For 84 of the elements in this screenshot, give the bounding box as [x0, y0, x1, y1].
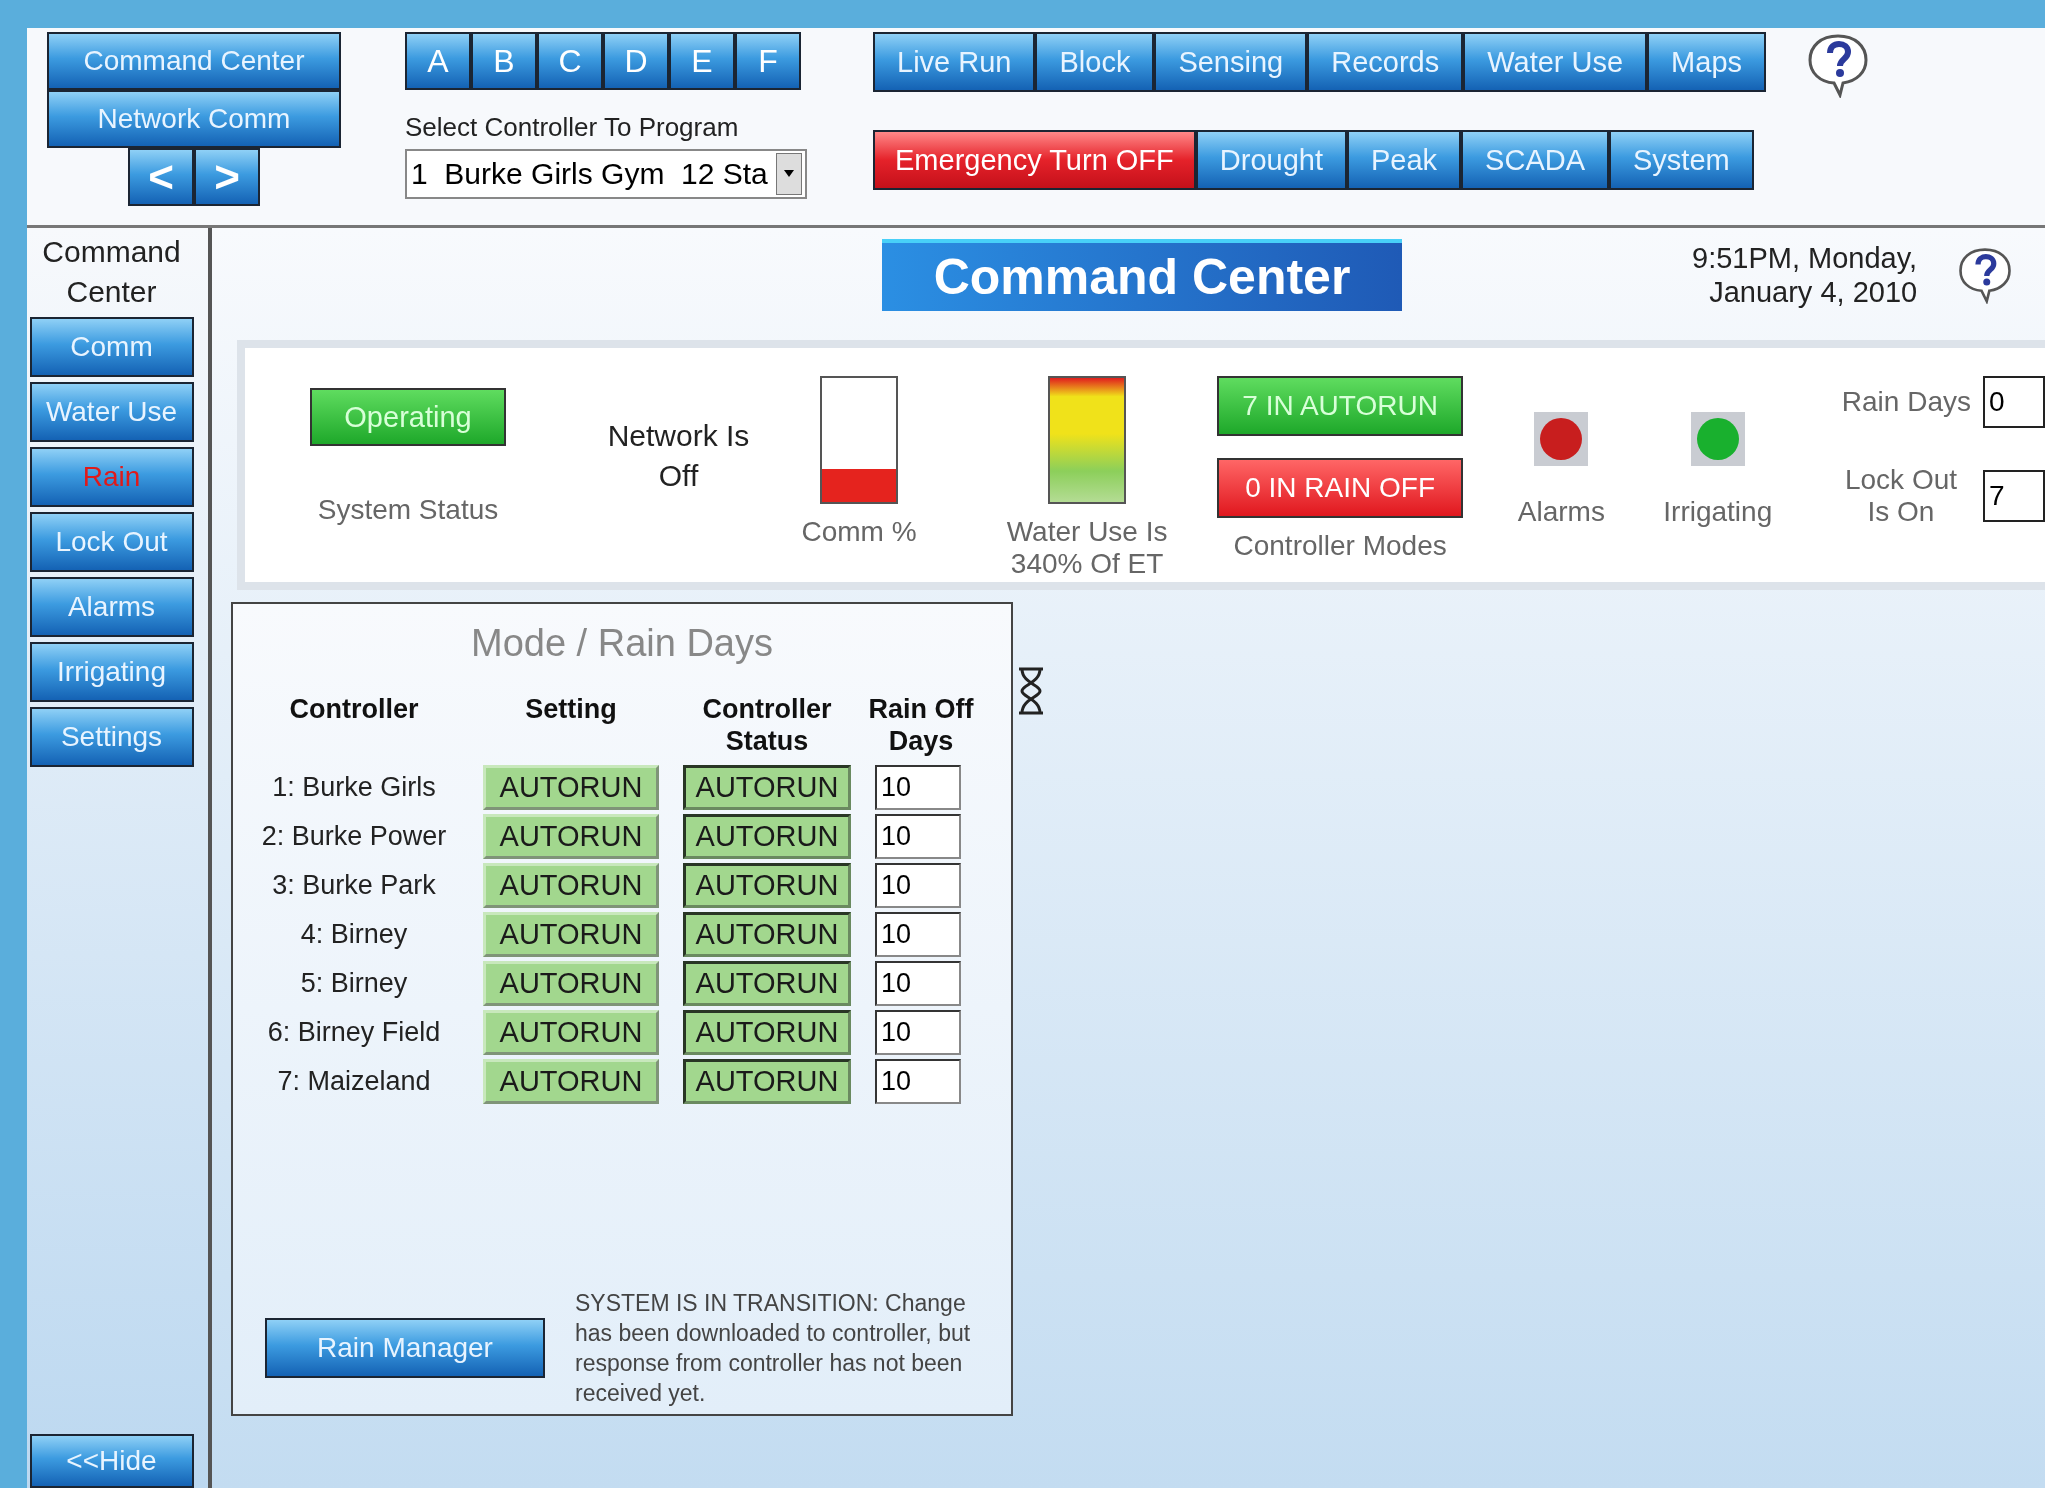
nav-tab[interactable]: Live Run — [873, 32, 1036, 92]
sidebar-item[interactable]: Alarms — [29, 577, 194, 637]
status-label: System Status — [317, 494, 499, 526]
lock-out-field[interactable]: 7 — [1983, 470, 2045, 522]
controller-status: AUTORUN — [683, 814, 851, 859]
column-header: Rain Off Days — [867, 693, 975, 757]
nav-button[interactable]: Command Center — [47, 32, 341, 90]
setting-button[interactable]: AUTORUN — [483, 863, 659, 908]
sidebar-item[interactable]: Irrigating — [29, 642, 194, 702]
rain-off-days-field[interactable]: 10 — [875, 961, 961, 1006]
controller-status: AUTORUN — [683, 1010, 851, 1055]
controller-name: 3: Burke Park — [271, 870, 437, 901]
hide-button[interactable]: <<Hide — [29, 1434, 194, 1488]
rain-off-days-field[interactable]: 10 — [875, 1059, 961, 1104]
column-header: Controller Status — [702, 693, 832, 757]
nav-tab[interactable]: Peak — [1347, 130, 1462, 190]
controller-dropdown[interactable]: 1 Burke Girls Gym 12 Sta — [405, 149, 807, 199]
controller-status: AUTORUN — [683, 961, 851, 1006]
page-title: Command Center — [882, 239, 1402, 311]
column-header: Setting — [524, 693, 618, 725]
indicator-label: Irrigating — [1663, 496, 1773, 528]
rain-off-days-field[interactable]: 10 — [875, 1010, 961, 1055]
setting-button[interactable]: AUTORUN — [483, 961, 659, 1006]
rain-off-days-field[interactable]: 10 — [875, 765, 961, 810]
controller-tab[interactable]: D — [603, 32, 669, 90]
sidebar-item[interactable]: Water Use — [29, 382, 194, 442]
emergency-off-button[interactable]: Emergency Turn OFF — [873, 130, 1196, 190]
pager-button[interactable]: > — [194, 148, 260, 206]
hourglass-icon — [1017, 667, 1045, 715]
rain-days-label: Rain Days — [1840, 386, 1971, 418]
nav-tab[interactable]: Block — [1035, 32, 1155, 92]
controller-name: 5: Birney — [299, 968, 409, 999]
controller-tab[interactable]: F — [735, 32, 801, 90]
controller-name: 7: Maizeland — [276, 1066, 432, 1097]
sidebar-item[interactable]: Lock Out — [29, 512, 194, 572]
controller-name: 4: Birney — [299, 919, 409, 950]
setting-button[interactable]: AUTORUN — [483, 814, 659, 859]
indicator-label: Alarms — [1517, 496, 1605, 528]
nav-tab[interactable]: Drought — [1195, 130, 1347, 190]
system-status-indicator: Operating — [310, 388, 506, 446]
controller-status: AUTORUN — [683, 912, 851, 957]
controller-tab[interactable]: E — [669, 32, 735, 90]
nav-tab[interactable]: SCADA — [1461, 130, 1609, 190]
controller-status: AUTORUN — [683, 1059, 851, 1104]
nav-tab[interactable]: Records — [1307, 32, 1464, 92]
controller-status: AUTORUN — [683, 863, 851, 908]
pager-button[interactable]: < — [128, 148, 194, 206]
mode-count: 7 IN AUTORUN — [1217, 376, 1464, 436]
rain-days-field[interactable]: 0 — [1983, 376, 2045, 428]
lock-out-label: Lock Out Is On — [1843, 464, 1958, 528]
controller-status: AUTORUN — [683, 765, 851, 810]
help-icon[interactable] — [1957, 246, 2014, 304]
rain-off-days-field[interactable]: 10 — [875, 863, 961, 908]
nav-tab[interactable]: Maps — [1647, 32, 1767, 92]
mode-count: 0 IN RAIN OFF — [1217, 458, 1464, 518]
controller-name: 6: Birney Field — [266, 1017, 442, 1048]
modes-label: Controller Modes — [1233, 530, 1447, 562]
network-status: Network Is Off — [606, 418, 751, 494]
comm-label: Comm % — [801, 516, 917, 548]
nav-tab[interactable]: System — [1609, 130, 1754, 190]
date-time: 9:51PM, Monday, January 4, 2010 — [1692, 241, 1918, 309]
select-label: Select Controller To Program — [405, 112, 740, 143]
controller-tab[interactable]: B — [471, 32, 537, 90]
sidebar-item[interactable]: Settings — [29, 707, 194, 767]
sidebar-title: Command Center — [41, 234, 182, 310]
controller-tab[interactable]: A — [405, 32, 471, 90]
setting-button[interactable]: AUTORUN — [483, 912, 659, 957]
rain-manager-button[interactable]: Rain Manager — [265, 1318, 545, 1378]
setting-button[interactable]: AUTORUN — [483, 1010, 659, 1055]
rain-off-days-field[interactable]: 10 — [875, 912, 961, 957]
rain-off-days-field[interactable]: 10 — [875, 814, 961, 859]
column-header: Controller — [288, 693, 420, 725]
setting-button[interactable]: AUTORUN — [483, 765, 659, 810]
panel-title: Mode / Rain Days — [471, 622, 773, 665]
setting-button[interactable]: AUTORUN — [483, 1059, 659, 1104]
controller-name: 1: Burke Girls — [271, 772, 437, 803]
water-use-label: Water Use Is 340% Of ET — [1005, 516, 1169, 580]
sidebar-item[interactable]: Comm — [29, 317, 194, 377]
controller-name: 2: Burke Power — [260, 821, 448, 852]
nav-tab[interactable]: Sensing — [1154, 32, 1308, 92]
transition-note: SYSTEM IS IN TRANSITION: Change has been downloaded to controller, but response from controller has not been received yet. — [575, 1289, 972, 1408]
nav-tab[interactable]: Water Use — [1463, 32, 1648, 92]
controller-tab[interactable]: C — [537, 32, 603, 90]
nav-button[interactable]: Network Comm — [47, 90, 341, 148]
